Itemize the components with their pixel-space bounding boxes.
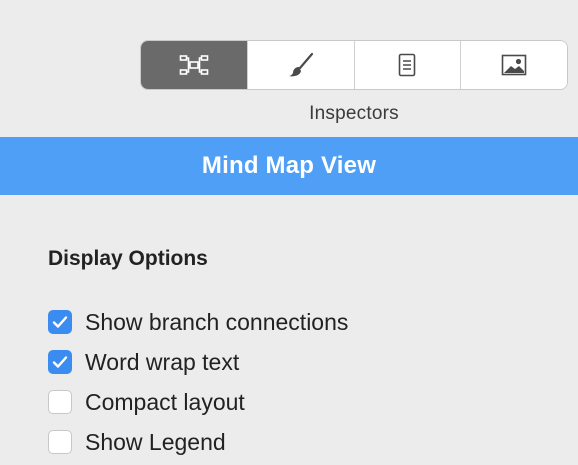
inspector-window: Inspectors Mind Map View Display Options… xyxy=(0,0,578,465)
checkmark-icon xyxy=(52,356,68,368)
inspectors-caption: Inspectors xyxy=(309,103,399,124)
document-icon xyxy=(398,53,416,77)
word-wrap-text-checkbox[interactable] xyxy=(48,350,72,374)
checkmark-icon xyxy=(52,316,68,328)
compact-layout-checkbox[interactable] xyxy=(48,390,72,414)
segment-style[interactable] xyxy=(246,41,354,89)
segment-image[interactable] xyxy=(460,41,567,89)
option-label: Word wrap text xyxy=(85,348,240,375)
panel-title: Mind Map View xyxy=(201,152,377,179)
option-word-wrap-text[interactable]: Word wrap text xyxy=(48,342,568,382)
mind-map-layout-icon xyxy=(179,54,209,76)
display-options-list: Show branch connections Word wrap text C… xyxy=(48,302,568,462)
inspector-segmented-control xyxy=(140,40,568,90)
panel-header: Mind Map View xyxy=(0,137,578,195)
option-label: Show branch connections xyxy=(85,308,349,335)
segment-mind-map[interactable] xyxy=(141,41,247,89)
option-label: Compact layout xyxy=(85,388,245,415)
show-legend-checkbox[interactable] xyxy=(48,430,72,454)
show-branch-connections-checkbox[interactable] xyxy=(48,310,72,334)
paintbrush-icon xyxy=(287,52,315,78)
segment-document[interactable] xyxy=(353,41,461,89)
option-label: Show Legend xyxy=(85,428,226,455)
option-show-branch-connections[interactable]: Show branch connections xyxy=(48,302,568,342)
image-icon xyxy=(501,54,527,76)
option-show-legend[interactable]: Show Legend xyxy=(48,422,568,462)
display-options-heading: Display Options xyxy=(48,247,208,270)
option-compact-layout[interactable]: Compact layout xyxy=(48,382,568,422)
